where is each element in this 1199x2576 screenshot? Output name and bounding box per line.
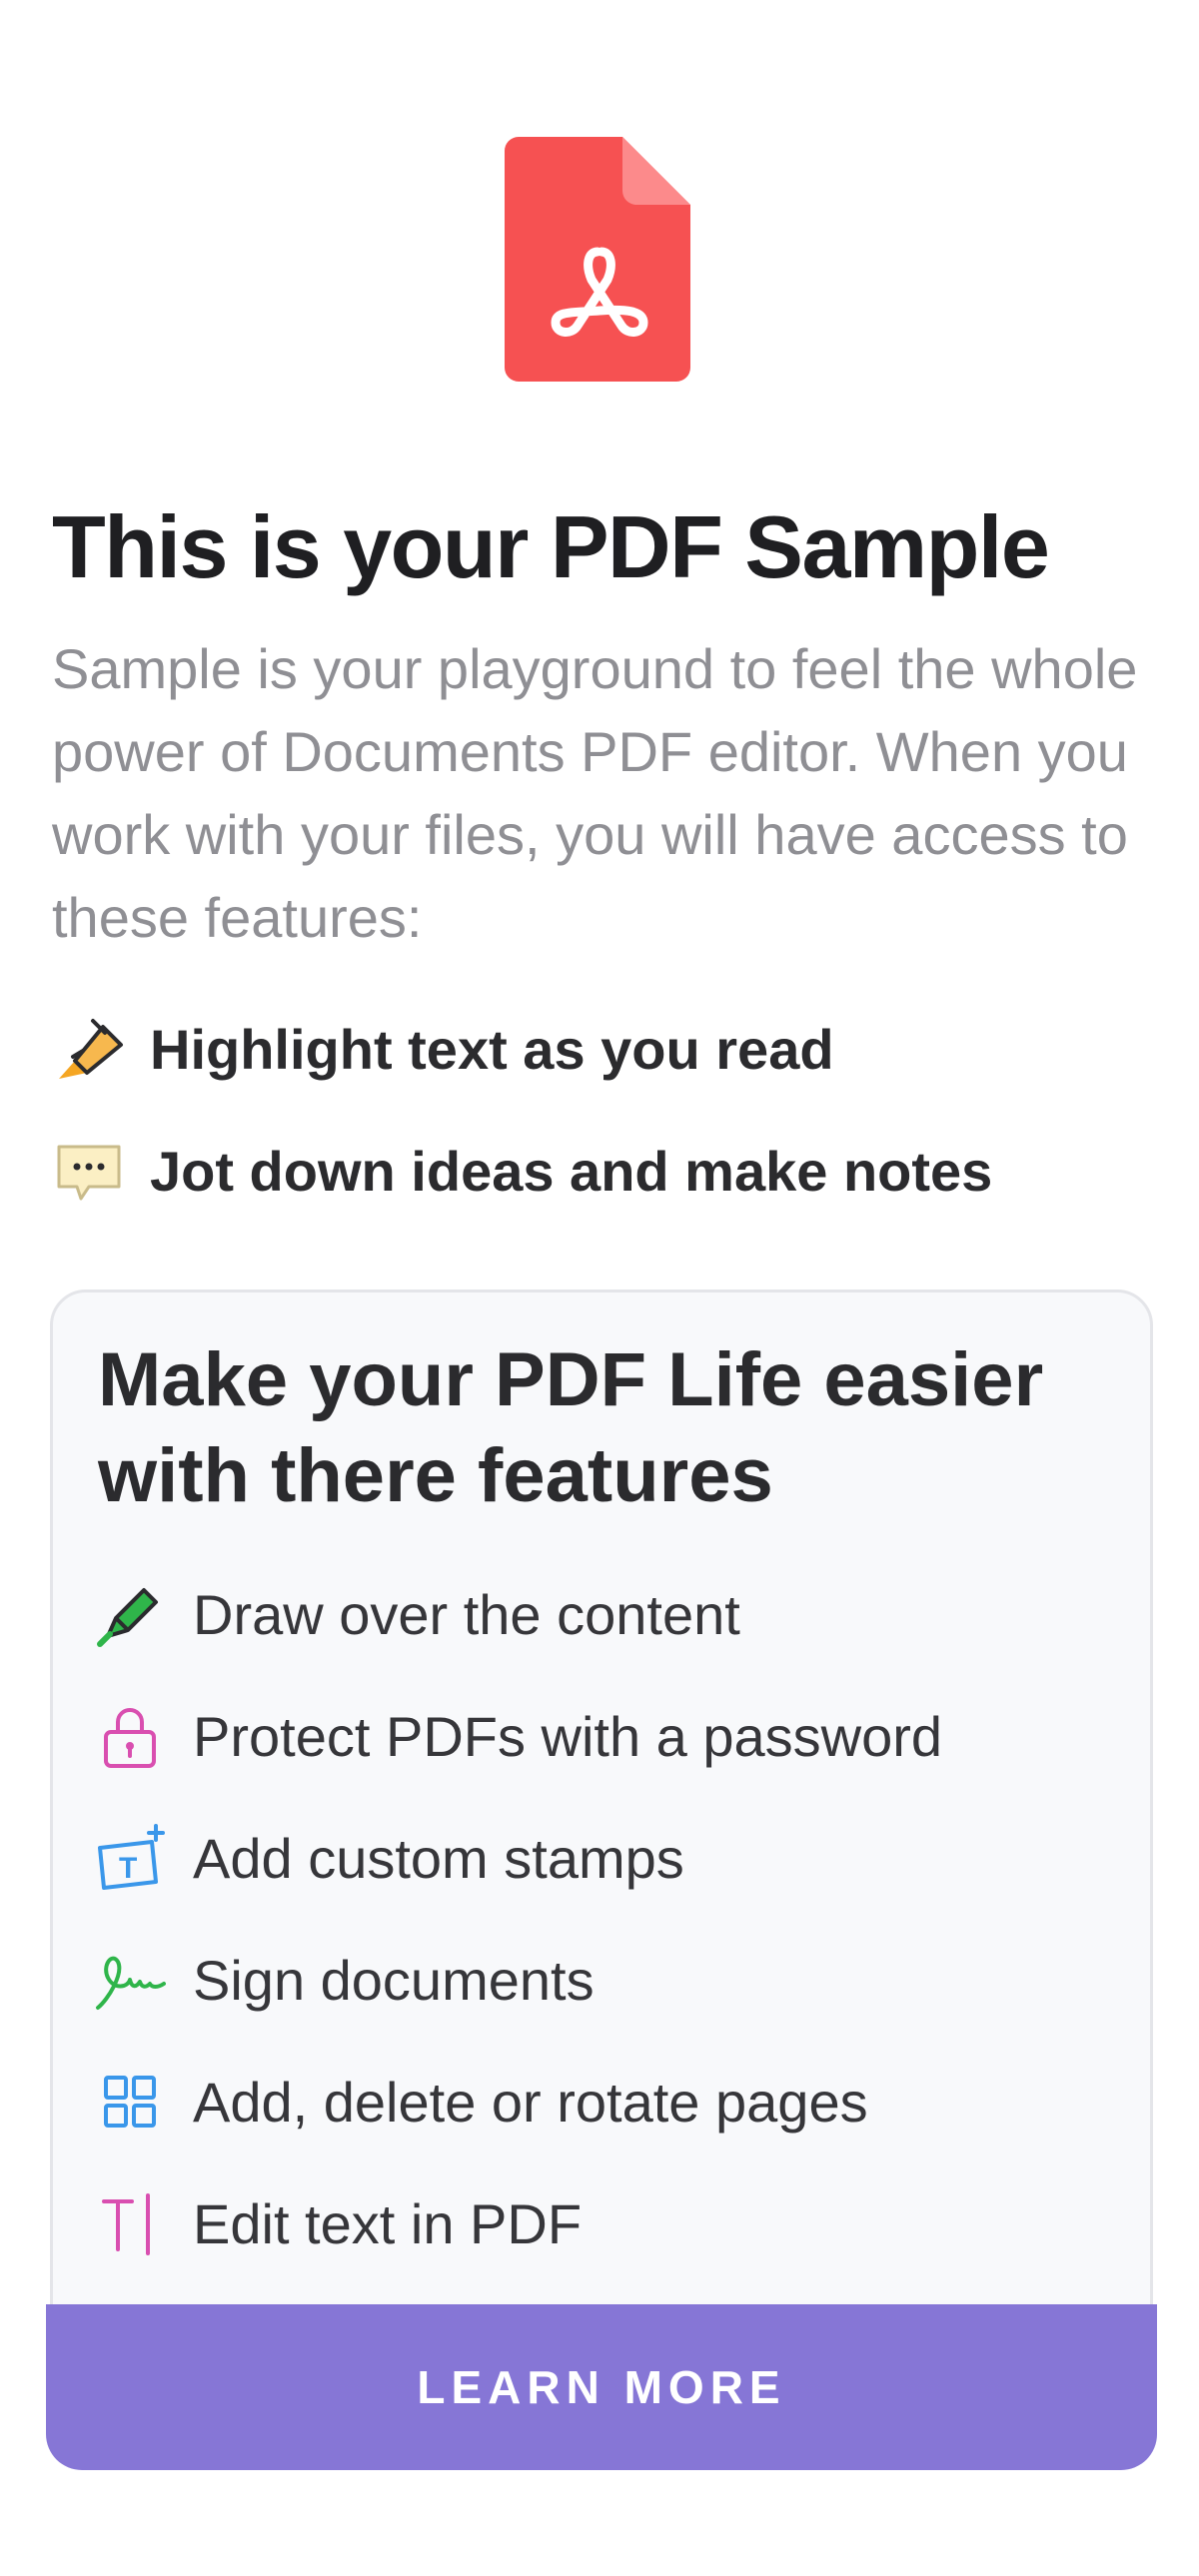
feature-notes: Jot down ideas and make notes [52,1134,992,1208]
card-item-stamps: T Add custom stamps [93,1821,684,1895]
feature-label: Highlight text as you read [150,1017,834,1081]
card-item-label: Draw over the content [193,1582,740,1646]
signature-icon [93,1943,167,2017]
edit-text-icon [93,2186,167,2260]
card-item-edit-text: Edit text in PDF [93,2186,582,2260]
card-item-draw: Draw over the content [93,1577,740,1651]
card-item-sign: Sign documents [93,1943,595,2017]
pdf-file-icon [505,137,690,382]
stamp-icon: T [93,1821,167,1895]
highlighter-icon [52,1012,126,1086]
card-item-pages: Add, delete or rotate pages [93,2065,868,2139]
pages-grid-icon [93,2065,167,2139]
card-item-label: Add, delete or rotate pages [193,2070,868,2134]
feature-highlight: Highlight text as you read [52,1012,834,1086]
card-item-protect: Protect PDFs with a password [93,1699,942,1773]
card-item-label: Edit text in PDF [193,2191,583,2255]
card-item-label: Add custom stamps [193,1826,684,1890]
learn-more-button[interactable]: LEARN MORE [46,2304,1157,2470]
note-bubble-icon [52,1134,126,1208]
feature-label: Jot down ideas and make notes [150,1139,993,1203]
card-item-label: Protect PDFs with a password [193,1704,943,1768]
draw-pen-icon [93,1577,167,1651]
card-item-label: Sign documents [193,1948,595,2012]
page-title: This is your PDF Sample [52,497,1050,596]
card-title: Make your PDF Life easier with there fea… [98,1337,1044,1518]
lock-icon [93,1699,167,1773]
features-card: Make your PDF Life easier with there fea… [50,1289,1153,2468]
page-description: Sample is your playground to feel the wh… [52,637,1138,949]
svg-text:T: T [119,1852,137,1885]
